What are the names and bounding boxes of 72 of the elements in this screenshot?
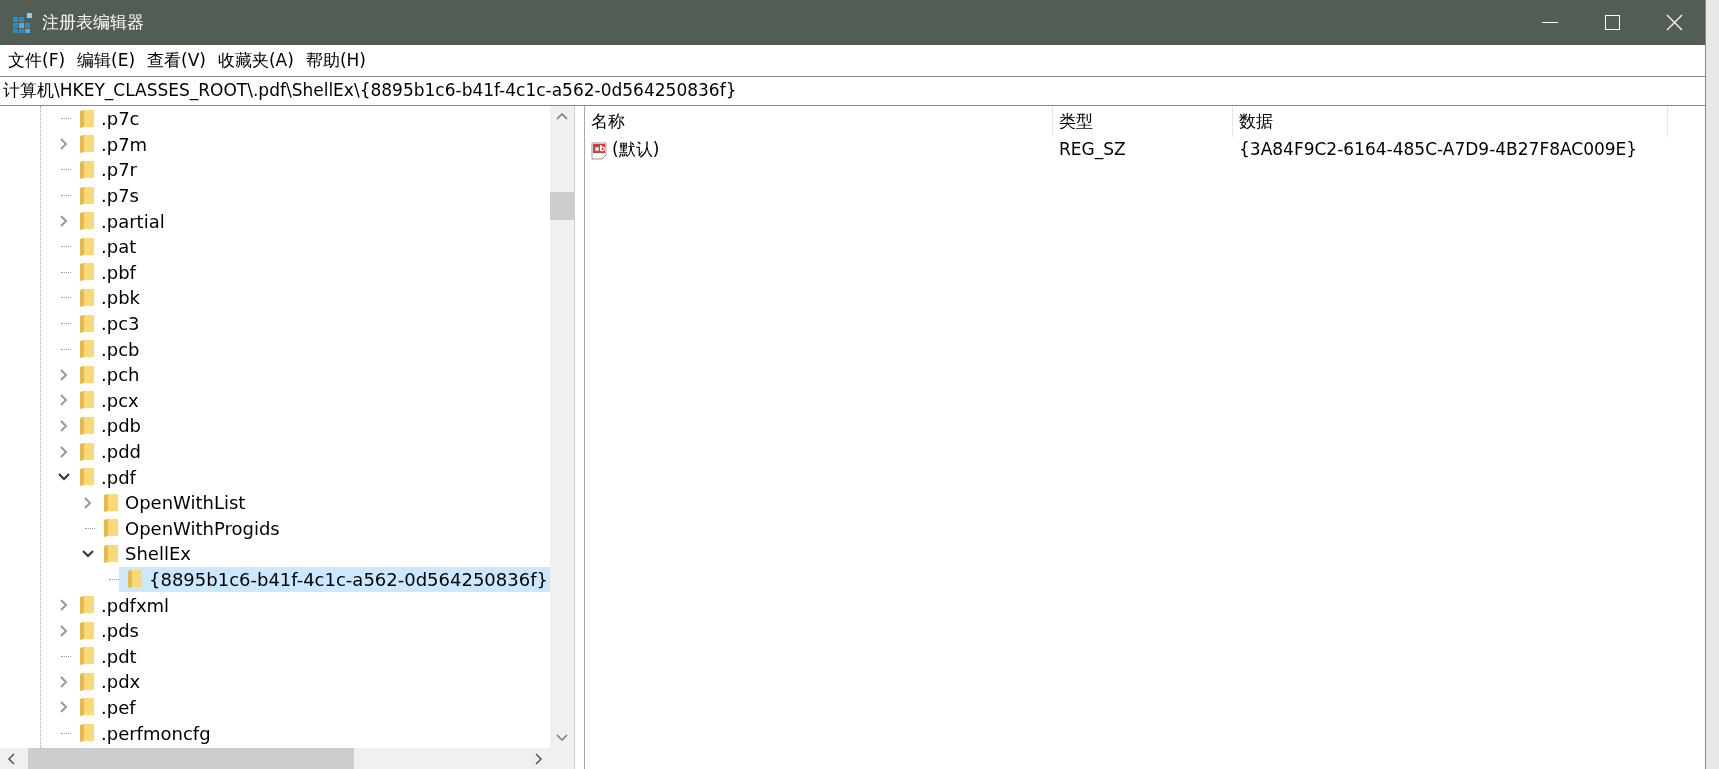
table-cell: REG_SZ: [1059, 139, 1126, 160]
table-cell: {3A84F9C2-6164-485C-A7D9-4B27F8AC009E}: [1239, 139, 1638, 160]
folder-icon: [79, 364, 95, 385]
minimize-icon: [1542, 22, 1558, 23]
tree-item[interactable]: .pdfxml: [71, 592, 172, 618]
folder-icon: [79, 313, 95, 334]
table-cell-text: (默认): [612, 138, 660, 162]
folder-icon: [79, 108, 95, 129]
folder-icon: [79, 415, 95, 436]
column-header[interactable]: 数据: [1233, 106, 1668, 137]
folder-icon: [79, 671, 95, 692]
tree-item[interactable]: OpenWithList: [95, 489, 248, 516]
folder-icon: [79, 236, 95, 257]
folder-icon: [79, 723, 95, 744]
tree-item[interactable]: .pdd: [71, 438, 143, 465]
tree-item[interactable]: .pdt: [71, 643, 139, 670]
folder-icon: [79, 646, 95, 667]
menu-item[interactable]: 收藏夹(A): [212, 45, 299, 76]
folder-icon: [79, 211, 95, 232]
tree-item[interactable]: OpenWithProgids: [95, 515, 282, 542]
folder-icon: [79, 467, 95, 488]
folder-icon: [79, 390, 95, 411]
tree-item[interactable]: .pds: [71, 617, 141, 644]
tree-item[interactable]: .pbk: [71, 285, 142, 311]
tree-item[interactable]: .pc3: [71, 310, 142, 337]
tree-item[interactable]: .pbf: [71, 259, 138, 286]
tree-item[interactable]: ShellEx: [95, 541, 193, 567]
horizontal-scrollbar[interactable]: [0, 748, 574, 769]
folder-icon: [103, 492, 119, 513]
window-title: 注册表编辑器: [42, 10, 144, 34]
tree-item[interactable]: .pch: [71, 361, 142, 388]
tree-item[interactable]: .pdx: [71, 669, 143, 695]
tree-item[interactable]: .p7m: [71, 131, 150, 158]
folder-icon: [79, 620, 95, 641]
folder-icon: [127, 569, 143, 590]
tree-item[interactable]: {8895b1c6-b41f-4c1c-a562-0d564250836f}: [119, 566, 550, 593]
address-field[interactable]: 计算机\HKEY_CLASSES_ROOT\.pdf\ShellEx\{8895b1c6-b41f-4c1c-a562-0d564250836f}: [0, 76, 1705, 106]
folder-icon: [79, 262, 95, 283]
menu-item[interactable]: 编辑(E): [72, 45, 141, 76]
tree-item[interactable]: .p7r: [71, 157, 139, 183]
column-header[interactable]: 名称: [585, 106, 1053, 137]
close-icon: [1665, 14, 1683, 31]
folder-icon: [79, 595, 95, 616]
folder-icon: [79, 185, 95, 206]
tree-item[interactable]: .pdb: [71, 413, 143, 439]
folder-icon: [79, 441, 95, 462]
tree-item[interactable]: .perfmoncfg: [71, 720, 213, 746]
tree-item[interactable]: .pcb: [71, 336, 142, 362]
registry-icon: [12, 11, 34, 34]
folder-icon: [79, 160, 95, 180]
tree-item[interactable]: .p7c: [71, 106, 142, 132]
menu-item[interactable]: 查看(V): [142, 45, 211, 76]
column-header[interactable]: 类型: [1053, 106, 1233, 137]
tree-item[interactable]: .p7s: [71, 182, 141, 209]
folder-icon: [79, 134, 95, 155]
scroll-thumb[interactable]: [28, 748, 354, 769]
scroll-thumb[interactable]: [550, 192, 574, 220]
tree-item[interactable]: .pdf: [71, 464, 138, 490]
tree-item[interactable]: .pef: [71, 694, 138, 721]
maximize-icon: [1604, 15, 1620, 30]
tree-item[interactable]: .partial: [71, 208, 167, 234]
menu-item[interactable]: 帮助(H): [300, 45, 371, 76]
folder-icon: [79, 339, 95, 360]
tree-item[interactable]: .pat: [71, 233, 139, 260]
tree-item[interactable]: .pcx: [71, 387, 141, 414]
menu-item[interactable]: 文件(F): [3, 45, 71, 76]
folder-icon: [79, 287, 95, 308]
folder-icon: [103, 518, 119, 539]
string-value-icon: [590, 140, 610, 160]
folder-icon: [79, 697, 95, 718]
vertical-scrollbar[interactable]: [550, 106, 574, 748]
folder-icon: [103, 543, 119, 564]
